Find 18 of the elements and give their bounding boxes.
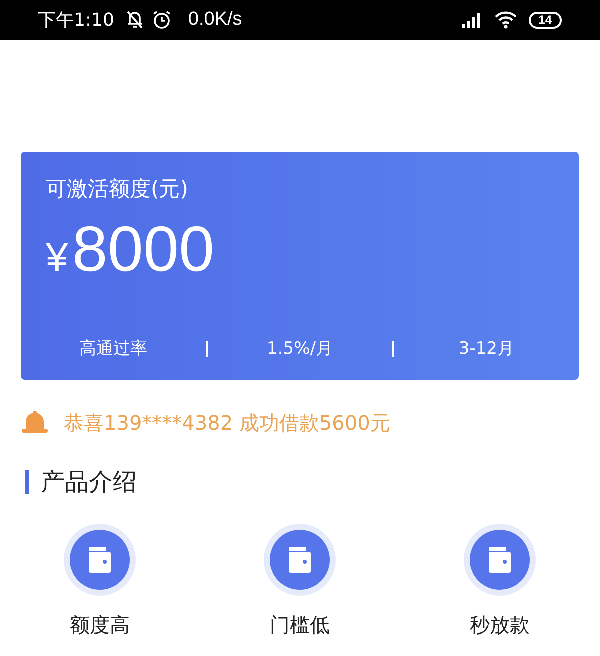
feature-label: 秒放款 xyxy=(470,612,530,639)
card-stat: 3-12月 xyxy=(458,338,516,360)
bell-off-icon xyxy=(126,10,144,30)
amount: ¥8000 xyxy=(46,214,216,286)
battery-indicator: 14 xyxy=(528,12,562,28)
wifi-icon xyxy=(494,11,517,29)
bell-icon xyxy=(20,410,50,436)
card-stat: 1.5%/月 xyxy=(266,338,334,360)
alarm-icon xyxy=(152,10,172,30)
network-speed: 0.0K/s xyxy=(188,8,242,32)
loan-notice: 恭喜139****4382 成功借款5600元 xyxy=(64,410,390,437)
status-time: 下午1:10 xyxy=(38,8,114,32)
section-title: 产品介绍 xyxy=(41,467,137,498)
feature-label: 额度高 xyxy=(70,612,130,639)
feature-label: 门槛低 xyxy=(270,612,330,639)
card-stat: 高通过率 xyxy=(78,338,148,360)
card-title: 可激活额度(元) xyxy=(46,176,190,203)
signal-icon xyxy=(460,12,483,28)
